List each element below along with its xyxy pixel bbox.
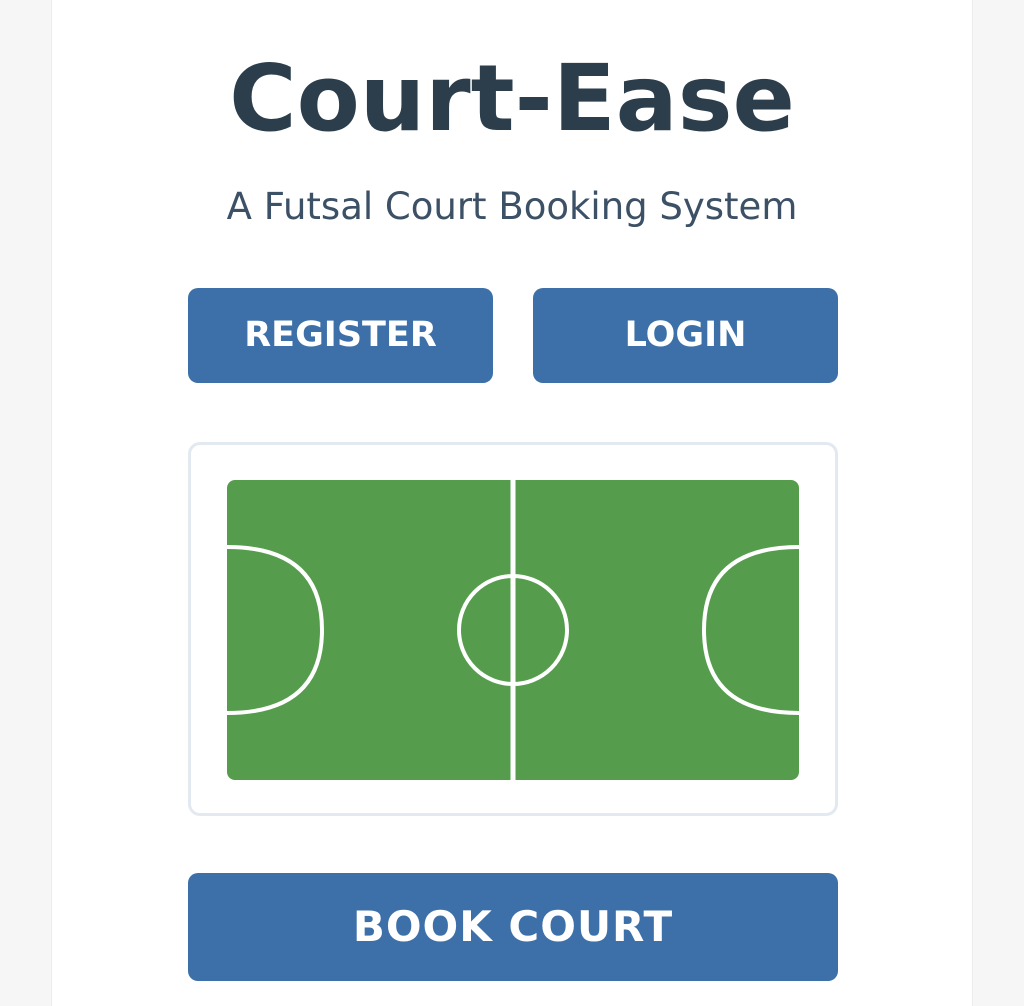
app-subtitle: A Futsal Court Booking System	[226, 185, 798, 228]
main-card: Court-Ease A Futsal Court Booking System…	[51, 0, 973, 1006]
register-button[interactable]: REGISTER	[188, 288, 493, 383]
futsal-court-icon	[227, 480, 799, 780]
court-preview	[188, 442, 838, 816]
app-title: Court-Ease	[229, 45, 795, 152]
book-court-button[interactable]: BOOK COURT	[188, 873, 838, 981]
login-button[interactable]: LOGIN	[533, 288, 838, 383]
